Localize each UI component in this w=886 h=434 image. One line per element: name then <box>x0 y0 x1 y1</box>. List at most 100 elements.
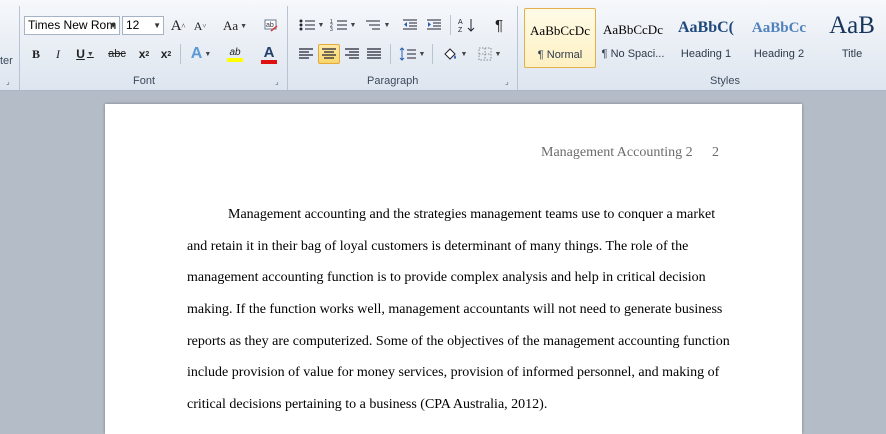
svg-text:Z: Z <box>458 27 463 33</box>
svg-text:3: 3 <box>330 27 333 32</box>
font-color-icon: A <box>263 43 275 61</box>
strikethrough-icon: abc <box>108 48 126 60</box>
underline-icon: U <box>76 47 85 61</box>
numbering-button[interactable]: 1 2 3 ▼ <box>328 15 358 35</box>
style-name: ¶ Normal <box>537 49 583 61</box>
multilevel-list-button[interactable]: ▼ <box>362 15 392 35</box>
chevron-down-icon: ▼ <box>240 22 248 30</box>
pilcrow-icon: ¶ <box>494 16 504 34</box>
bold-button[interactable]: B <box>26 44 46 64</box>
bold-icon: B <box>31 46 40 61</box>
paragraph-dialog-launcher-icon[interactable]: ⌟ <box>505 78 513 86</box>
change-case-button[interactable]: Aa ▼ <box>220 16 250 36</box>
align-right-icon <box>345 48 359 59</box>
shrink-font-icon: A <box>193 18 203 33</box>
clipboard-launcher-icon[interactable]: ⌟ <box>6 78 14 86</box>
style-title[interactable]: AaB Title <box>816 8 886 68</box>
font-color-button[interactable]: A <box>254 44 284 64</box>
subscript-icon: x <box>138 47 146 61</box>
style-no-spacing[interactable]: AaBbCcDc ¶ No Spaci... <box>597 8 669 68</box>
font-name-value: Times New Rom <box>28 18 117 32</box>
style-sample: AaBbCc <box>751 20 807 36</box>
text-effects-icon: A <box>190 45 203 62</box>
header-page-number: 2 <box>712 145 719 160</box>
clear-formatting-button[interactable]: ab <box>262 16 280 36</box>
multilevel-list-icon <box>365 20 380 30</box>
text-effects-button[interactable]: A ▼ <box>186 44 216 64</box>
bullets-icon <box>299 19 315 31</box>
superscript-button[interactable]: x2 <box>156 44 176 64</box>
grow-font-button[interactable]: A ^ <box>168 16 188 36</box>
line-spacing-button[interactable]: ▼ <box>396 44 428 64</box>
style-name: Title <box>841 48 863 60</box>
paint-bucket-icon <box>443 48 456 60</box>
italic-button[interactable]: I <box>48 44 68 64</box>
paragraph-group-label: Paragraph <box>367 75 419 87</box>
style-sample: AaBbCcDc <box>530 23 590 38</box>
line-spacing-icon <box>399 47 416 61</box>
subscript-button[interactable]: x2 <box>134 44 154 64</box>
ribbon: ter ⌟ Times New Rom ▼ 12 ▼ A ^ A ˅ Aa ▼ ab … <box>0 0 886 91</box>
clipboard-group-label: ter <box>0 55 13 67</box>
font-size-value: 12 <box>126 18 140 32</box>
italic-icon: I <box>56 46 60 61</box>
header-title: Management Accounting 2 <box>541 145 693 160</box>
shading-button[interactable]: ▼ <box>438 44 470 64</box>
separator <box>390 44 391 64</box>
numbering-icon: 123 <box>330 19 347 32</box>
sort-button[interactable]: AZ <box>456 15 478 35</box>
borders-button[interactable]: ▼ <box>474 44 504 64</box>
style-sample: AaB <box>829 12 875 39</box>
body-line: and retain it in their bag of loyal cust… <box>187 239 689 254</box>
align-right-button[interactable] <box>342 44 362 64</box>
increase-indent-button[interactable] <box>424 15 444 35</box>
decrease-indent-icon <box>403 19 417 30</box>
grow-font-icon: A <box>170 17 182 34</box>
justify-icon <box>367 48 381 59</box>
style-heading-2[interactable]: AaBbCc Heading 2 <box>743 8 815 68</box>
document-page[interactable]: Management Accounting 2 2 Management acc… <box>105 104 802 434</box>
font-color-swatch <box>261 59 277 64</box>
align-left-button[interactable] <box>296 44 316 64</box>
style-name: Heading 1 <box>680 48 732 60</box>
chevron-down-icon: ▼ <box>86 50 94 58</box>
style-sample: AaBbCcDc <box>603 22 663 37</box>
shrink-font-button[interactable]: A ˅ <box>190 16 210 36</box>
show-formatting-button[interactable]: ¶ <box>490 15 508 35</box>
bullets-button[interactable]: ▼ <box>296 15 326 35</box>
body-line: critical decisions pertaining to a busin… <box>187 397 548 412</box>
increase-indent-icon <box>427 19 441 30</box>
chevron-down-icon: ▼ <box>349 21 357 29</box>
separator <box>180 44 181 64</box>
align-center-icon <box>322 48 336 59</box>
style-name: ¶ No Spaci... <box>601 48 665 60</box>
chevron-down-icon: ▼ <box>494 50 502 58</box>
style-normal[interactable]: AaBbCcDc ¶ Normal <box>524 8 596 68</box>
justify-button[interactable] <box>364 44 384 64</box>
decrease-indent-button[interactable] <box>400 15 420 35</box>
superscript-icon: x <box>160 47 168 61</box>
separator <box>432 44 433 64</box>
style-sample: AaBbC( <box>677 19 734 36</box>
styles-gallery: AaBbCcDc ¶ Normal AaBbCcDc ¶ No Spaci...… <box>521 8 886 70</box>
group-separator <box>287 6 288 90</box>
chevron-down-icon[interactable]: ▼ <box>109 17 117 34</box>
highlight-button[interactable]: ab <box>218 44 252 64</box>
chevron-down-icon[interactable]: ▼ <box>153 17 161 34</box>
group-separator <box>517 6 518 90</box>
body-line: management accounting function is to pro… <box>187 270 706 285</box>
highlighter-icon: ab <box>229 46 241 58</box>
style-name: Heading 2 <box>753 48 805 60</box>
styles-group-label: Styles <box>710 75 740 87</box>
chevron-down-icon: ▼ <box>460 50 468 58</box>
underline-button[interactable]: U ▼ <box>70 44 100 64</box>
strikethrough-button[interactable]: abc <box>104 44 130 64</box>
font-name-combo[interactable]: Times New Rom ▼ <box>24 16 120 35</box>
font-size-combo[interactable]: 12 ▼ <box>122 16 164 35</box>
align-left-icon <box>299 48 313 59</box>
style-heading-1[interactable]: AaBbC( Heading 1 <box>670 8 742 68</box>
clear-formatting-icon: ab <box>264 19 278 32</box>
font-group-label: Font <box>133 75 156 87</box>
font-dialog-launcher-icon[interactable]: ⌟ <box>275 78 283 86</box>
align-center-button[interactable] <box>318 44 340 64</box>
